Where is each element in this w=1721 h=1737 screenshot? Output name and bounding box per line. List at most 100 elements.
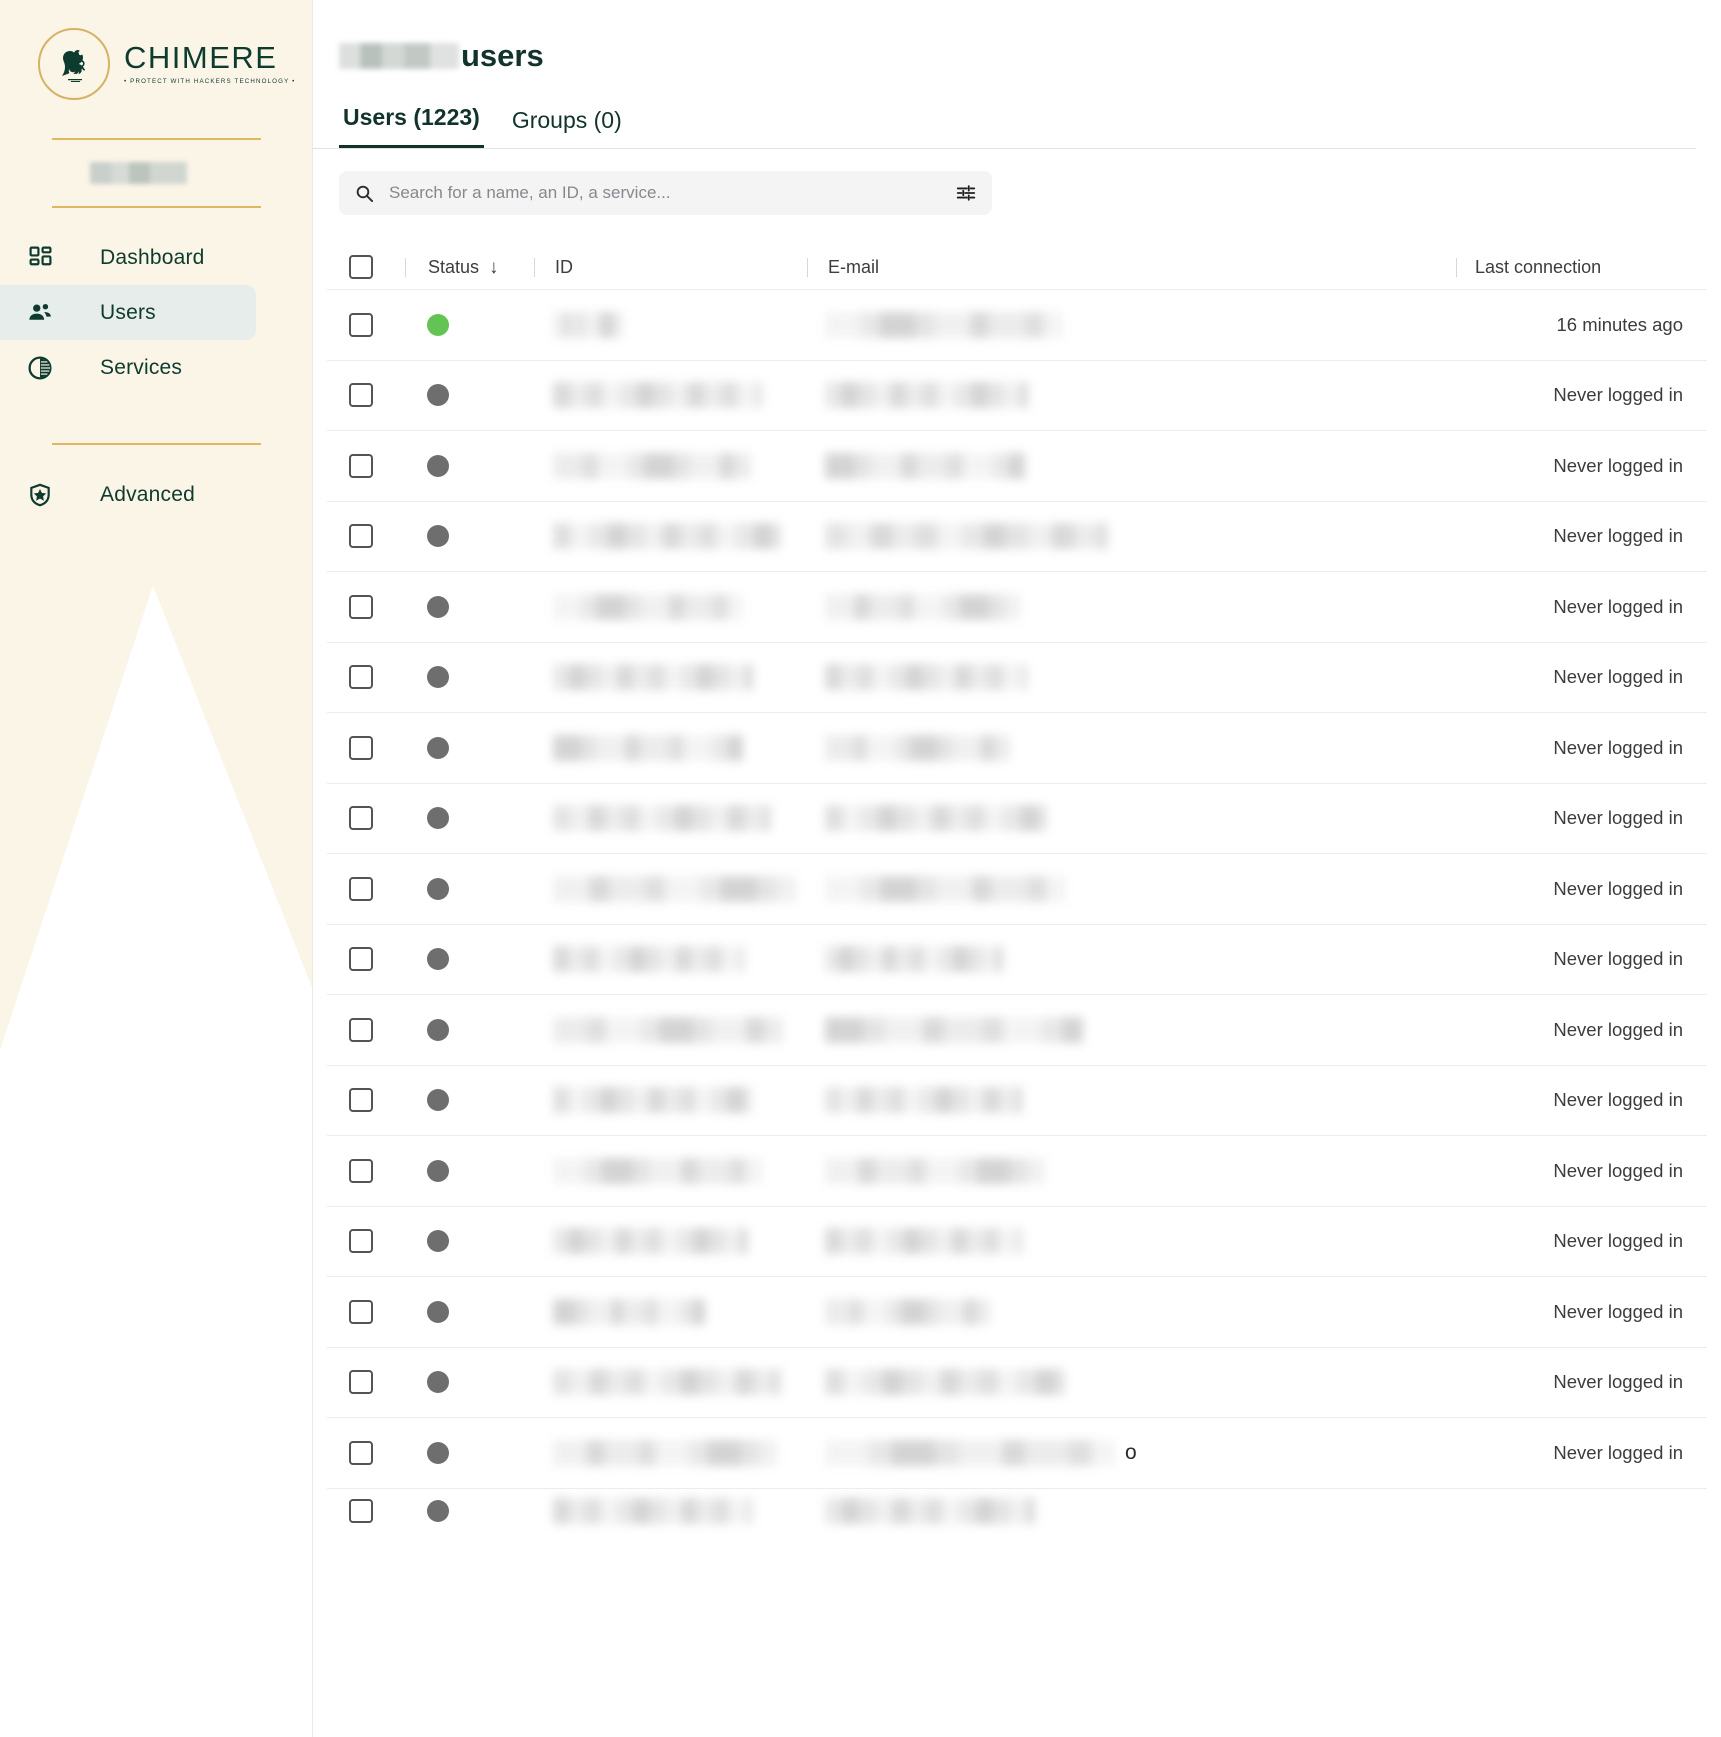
row-checkbox[interactable] <box>349 453 373 478</box>
id-cell <box>533 1298 805 1325</box>
table-row[interactable]: 16 minutes ago <box>327 289 1707 360</box>
last-connection-cell: Never logged in <box>1553 666 1683 688</box>
status-cell <box>405 807 533 830</box>
table-row[interactable]: Never logged in <box>327 359 1707 431</box>
id-value-redacted <box>553 805 771 832</box>
table-row[interactable] <box>327 1487 1707 1534</box>
column-header-last-connection-label: Last connection <box>1475 256 1602 277</box>
email-visible-char: o <box>1125 1440 1137 1464</box>
status-cell <box>405 1300 533 1323</box>
status-cell <box>405 1089 533 1112</box>
status-dot-gray <box>427 1371 449 1394</box>
table-row[interactable]: Never logged in <box>327 923 1707 995</box>
status-cell <box>405 384 533 407</box>
last-connection-cell: Never logged in <box>1553 1089 1683 1111</box>
select-all-checkbox[interactable] <box>349 255 373 279</box>
row-checkbox[interactable] <box>349 1088 373 1113</box>
search-box[interactable] <box>339 171 992 215</box>
id-value-redacted <box>553 664 753 691</box>
status-dot-gray <box>427 595 449 618</box>
row-checkbox[interactable] <box>349 1440 373 1465</box>
column-header-id[interactable]: ID <box>535 257 807 278</box>
tab-groups[interactable]: Groups (0) <box>508 107 626 148</box>
row-checkbox[interactable] <box>349 735 373 760</box>
sidebar-item-advanced[interactable]: Advanced <box>0 467 312 522</box>
row-checkbox[interactable] <box>349 383 373 408</box>
row-checkbox[interactable] <box>349 1499 373 1523</box>
id-value-redacted <box>553 1228 748 1255</box>
column-header-last-connection[interactable]: Last connection <box>1457 257 1707 278</box>
last-connection-cell: 16 minutes ago <box>1556 313 1683 335</box>
id-cell <box>533 875 805 902</box>
row-select-cell <box>349 524 405 549</box>
row-select-cell <box>349 947 405 972</box>
id-cell <box>533 452 805 479</box>
column-header-status[interactable]: Status ↓ <box>406 257 534 278</box>
table-row[interactable]: o Never logged in <box>327 1417 1707 1488</box>
nav-gap <box>0 395 312 417</box>
last-connection-cell: Never logged in <box>1553 384 1683 406</box>
row-checkbox[interactable] <box>349 1017 373 1042</box>
table-row[interactable]: Never logged in <box>327 853 1707 924</box>
sidebar-item-services[interactable]: Services <box>0 340 312 395</box>
id-cell <box>533 1016 805 1043</box>
row-select-cell <box>349 806 405 831</box>
status-cell <box>405 666 533 689</box>
brand-logo[interactable]: CHIMERE • PROTECT WITH HACKERS TECHNOLOG… <box>0 0 312 110</box>
sort-desc-icon[interactable]: ↓ <box>489 258 499 277</box>
last-connection-cell: Never logged in <box>1553 736 1683 758</box>
email-cell <box>805 1228 1457 1255</box>
last-connection-cell: Never logged in <box>1553 1018 1683 1040</box>
table-row[interactable]: Never logged in <box>327 994 1707 1065</box>
row-checkbox[interactable] <box>349 1158 373 1183</box>
email-value-redacted <box>825 1228 1023 1255</box>
row-checkbox[interactable] <box>349 947 373 972</box>
table-row[interactable]: Never logged in <box>327 712 1707 783</box>
table-row[interactable]: Never logged in <box>327 782 1707 854</box>
row-checkbox[interactable] <box>349 524 373 549</box>
table-row[interactable]: Never logged in <box>327 571 1707 642</box>
last-connection-cell: Never logged in <box>1553 877 1683 899</box>
table-row[interactable]: Never logged in <box>327 641 1707 713</box>
row-checkbox[interactable] <box>349 594 373 619</box>
row-checkbox[interactable] <box>349 1370 373 1395</box>
filter-sliders-icon[interactable] <box>954 182 978 204</box>
id-cell <box>533 311 805 338</box>
email-value-redacted <box>825 452 1025 479</box>
email-cell <box>805 1369 1457 1396</box>
column-header-id-label: ID <box>555 256 573 277</box>
email-cell <box>805 664 1457 691</box>
search-input[interactable] <box>375 183 954 203</box>
table-row[interactable]: Never logged in <box>327 1205 1707 1277</box>
row-checkbox[interactable] <box>349 1229 373 1254</box>
sidebar-item-users[interactable]: Users <box>0 285 256 340</box>
table-row[interactable]: Never logged in <box>327 500 1707 572</box>
last-connection-cell: Never logged in <box>1553 948 1683 970</box>
org-name-redacted <box>90 162 187 184</box>
table-row[interactable]: Never logged in <box>327 1276 1707 1347</box>
status-dot-gray <box>427 454 449 477</box>
status-dot-gray <box>427 1159 449 1182</box>
row-checkbox[interactable] <box>349 876 373 901</box>
email-value-redacted <box>825 311 1063 338</box>
table-row[interactable]: Never logged in <box>327 1064 1707 1136</box>
table-row[interactable]: Never logged in <box>327 1346 1707 1418</box>
email-cell <box>805 523 1457 550</box>
email-cell <box>805 452 1457 479</box>
table-row[interactable]: Never logged in <box>327 430 1707 501</box>
tab-users[interactable]: Users (1223) <box>339 104 484 148</box>
row-checkbox[interactable] <box>349 312 373 337</box>
row-checkbox[interactable] <box>349 1299 373 1324</box>
column-header-email-label: E-mail <box>828 256 880 277</box>
row-select-cell <box>349 1299 405 1324</box>
column-header-email[interactable]: E-mail <box>808 257 1456 278</box>
id-value-redacted <box>553 1298 705 1325</box>
brand-name: CHIMERE <box>124 40 278 76</box>
email-value-redacted <box>825 382 1028 409</box>
id-value-redacted <box>553 1369 781 1396</box>
sidebar-item-dashboard[interactable]: Dashboard <box>0 230 312 285</box>
table-row[interactable]: Never logged in <box>327 1135 1707 1206</box>
row-checkbox[interactable] <box>349 806 373 831</box>
row-checkbox[interactable] <box>349 665 373 690</box>
email-value-redacted <box>825 734 1010 761</box>
